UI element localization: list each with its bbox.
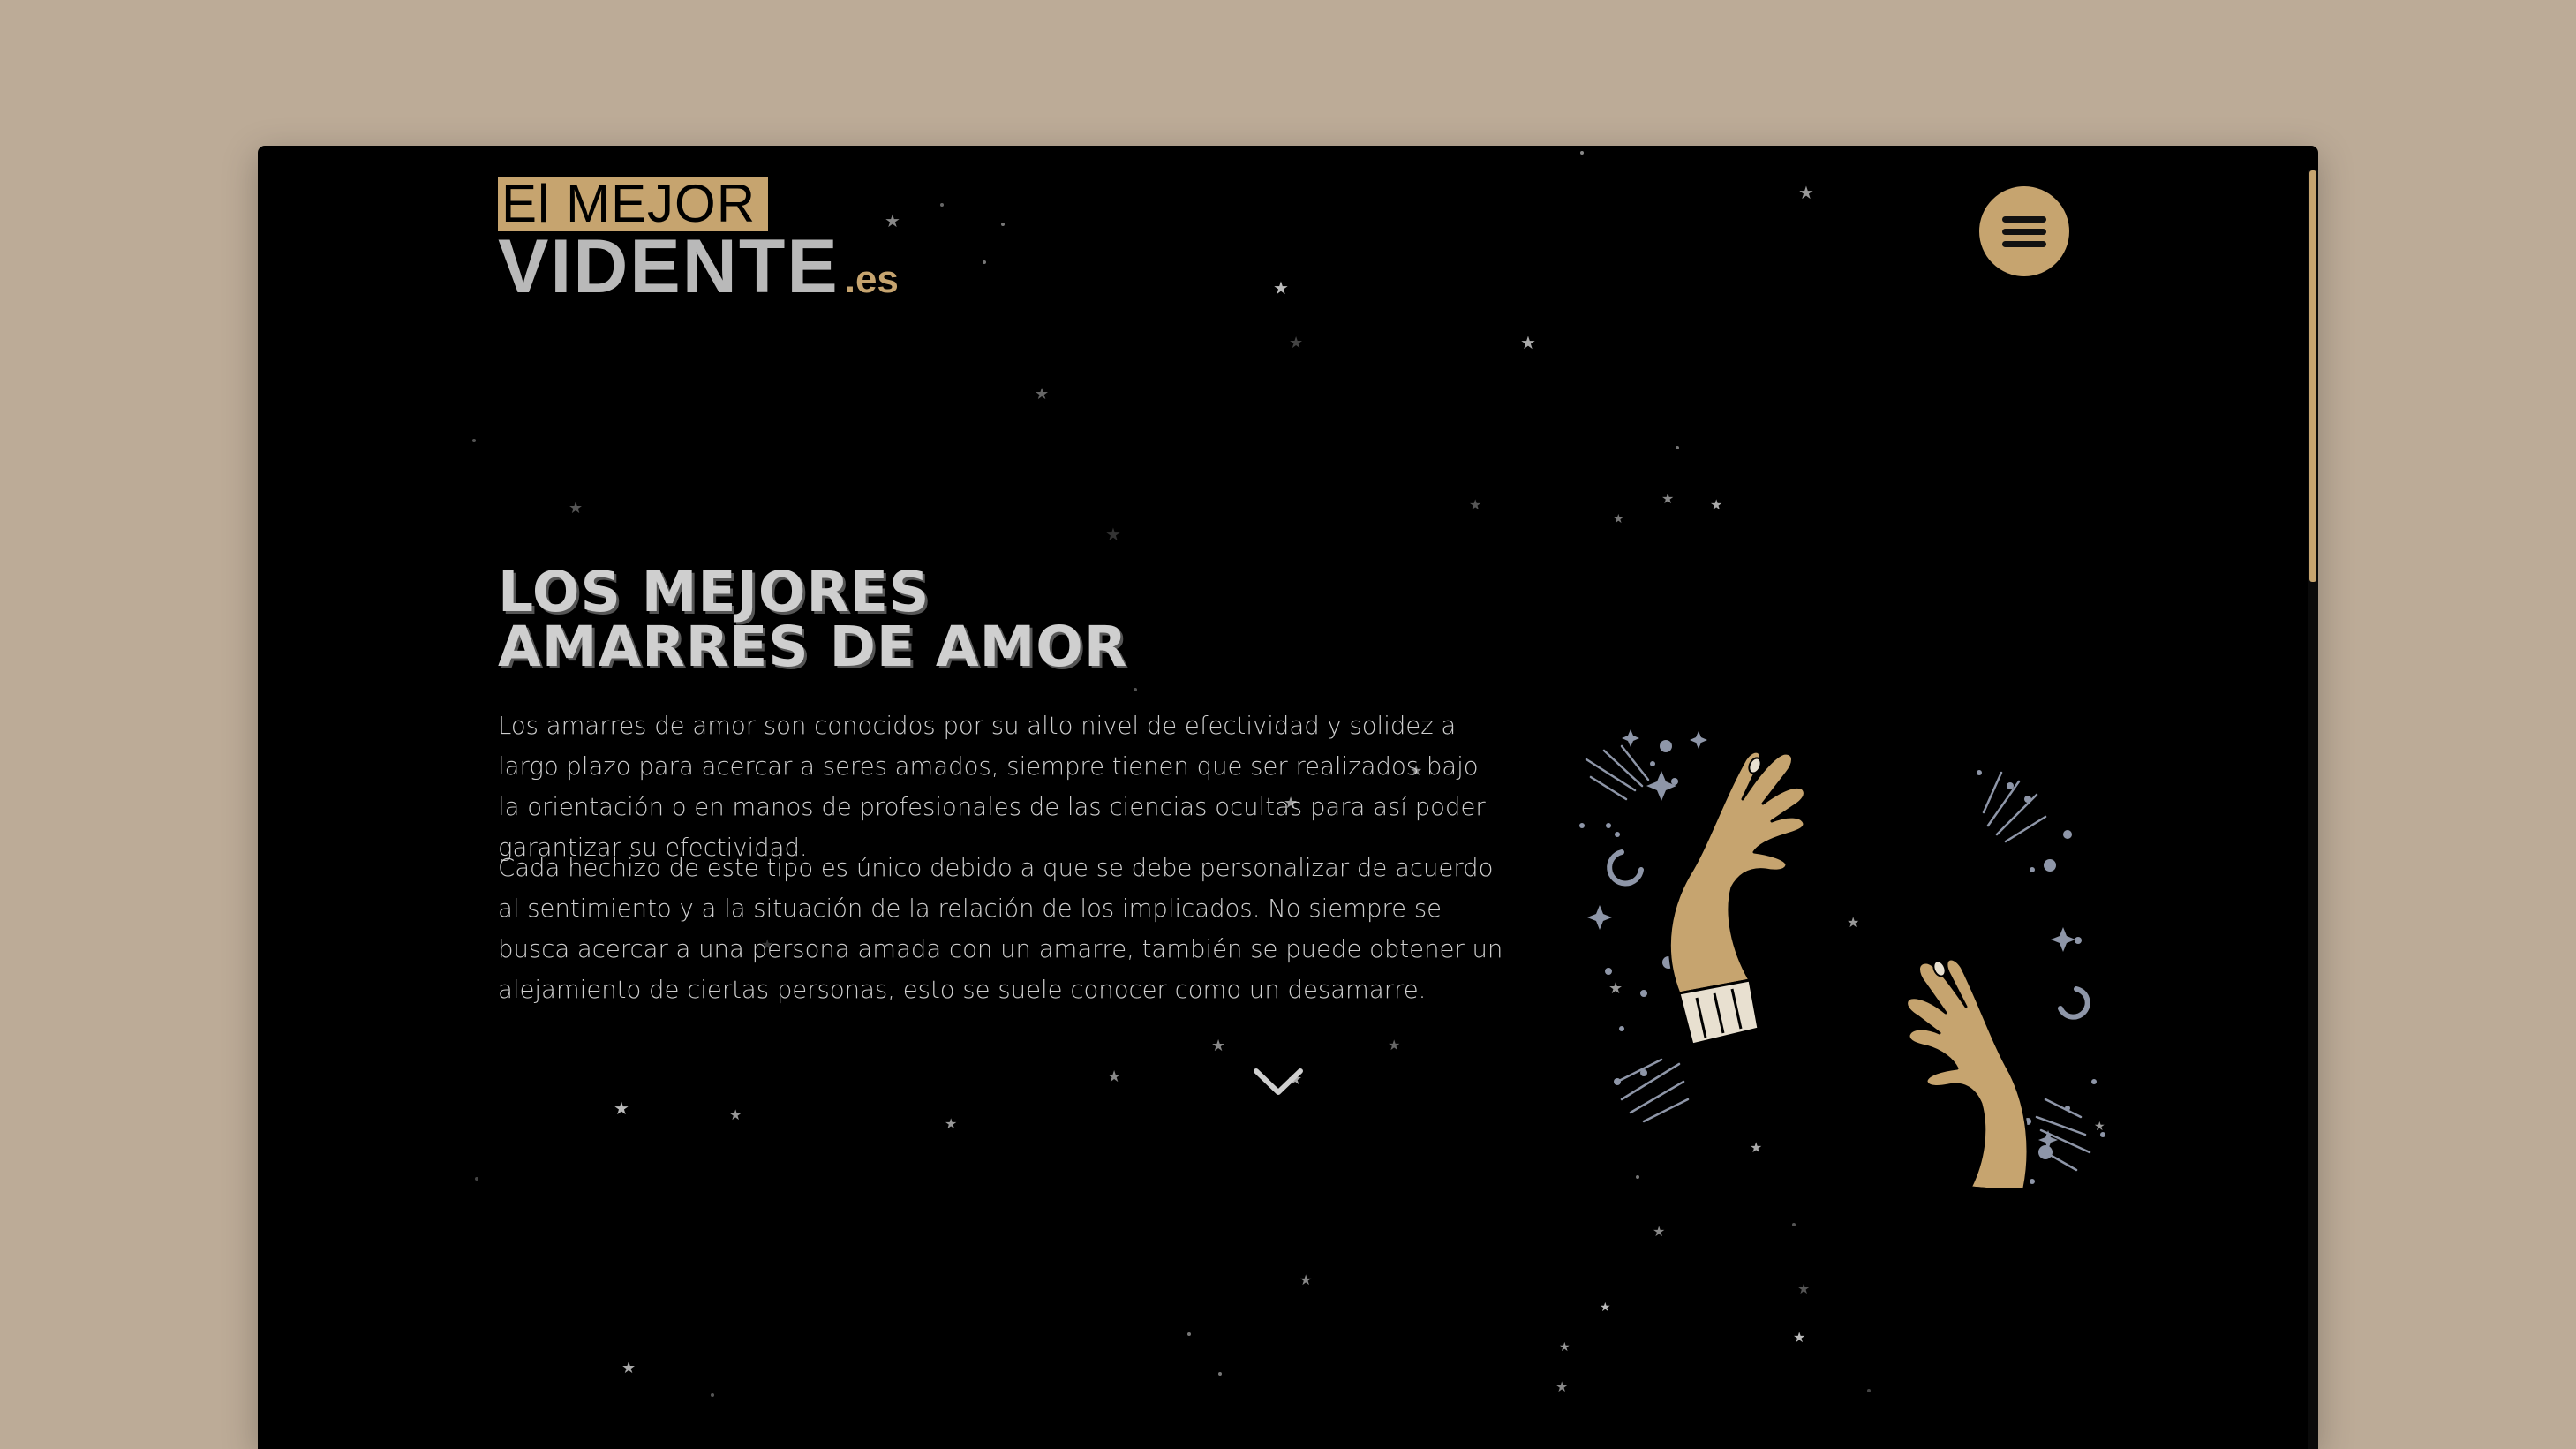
svg-text:★: ★ — [1035, 385, 1049, 404]
svg-text:★: ★ — [621, 1359, 636, 1377]
menu-button[interactable] — [1979, 186, 2069, 276]
mystic-hands-icon — [1579, 729, 2105, 1188]
svg-text:★: ★ — [1105, 524, 1121, 545]
svg-text:★: ★ — [1559, 1340, 1570, 1355]
svg-text:★: ★ — [1555, 1378, 1568, 1395]
svg-text:★: ★ — [1710, 496, 1722, 513]
browser-page: ★ ★ ★ ★ ★ ★ ★ ★ ★ ★ ★ ★ ★ ★ ★ ★ ★ ★ ★ ★ … — [258, 146, 2318, 1449]
logo-top-text: El MEJOR — [498, 177, 769, 231]
hamburger-icon — [2002, 210, 2046, 253]
svg-text:★: ★ — [1793, 1329, 1805, 1346]
hero-paragraph-1: Los amarres de amor son conocidos por su… — [498, 712, 1486, 862]
svg-text:★: ★ — [1661, 490, 1674, 507]
hero-title-line2: AMARRES DE AMOR — [498, 615, 1128, 679]
svg-text:★: ★ — [1211, 1037, 1225, 1055]
svg-text:★: ★ — [1289, 334, 1303, 352]
svg-text:★: ★ — [614, 1098, 629, 1119]
svg-text:★: ★ — [1388, 1037, 1400, 1053]
svg-text:★: ★ — [1273, 277, 1289, 298]
svg-text:★: ★ — [1798, 182, 1814, 203]
svg-text:★: ★ — [1299, 1272, 1312, 1288]
logo-main-text: VIDENTE — [498, 224, 840, 309]
svg-text:★: ★ — [1797, 1280, 1810, 1297]
svg-text:★: ★ — [1107, 1068, 1121, 1086]
hero-paragraph-2: Cada hechizo de este tipo es único debid… — [498, 854, 1503, 1004]
svg-text:★: ★ — [945, 1115, 957, 1132]
svg-text:★: ★ — [1653, 1223, 1665, 1240]
svg-text:★: ★ — [569, 499, 583, 517]
svg-text:★: ★ — [729, 1106, 742, 1123]
logo-suffix-text: .es — [844, 258, 899, 301]
hero-title-line1: LOS MEJORES — [498, 560, 930, 624]
hero-title: LOS MEJORES AMARRES DE AMOR — [498, 560, 1292, 679]
scrollbar-thumb[interactable] — [2309, 170, 2316, 582]
site-logo[interactable]: El MEJOR VIDENTE .es — [498, 177, 899, 305]
svg-text:★: ★ — [1520, 332, 1536, 353]
svg-text:★: ★ — [1613, 512, 1624, 526]
scroll-down-button[interactable] — [1251, 1064, 1306, 1099]
svg-text:★: ★ — [1469, 496, 1481, 513]
svg-text:★: ★ — [1600, 1301, 1611, 1315]
chevron-down-icon — [1254, 1068, 1303, 1095]
scrollbar[interactable] — [2308, 170, 2318, 1449]
